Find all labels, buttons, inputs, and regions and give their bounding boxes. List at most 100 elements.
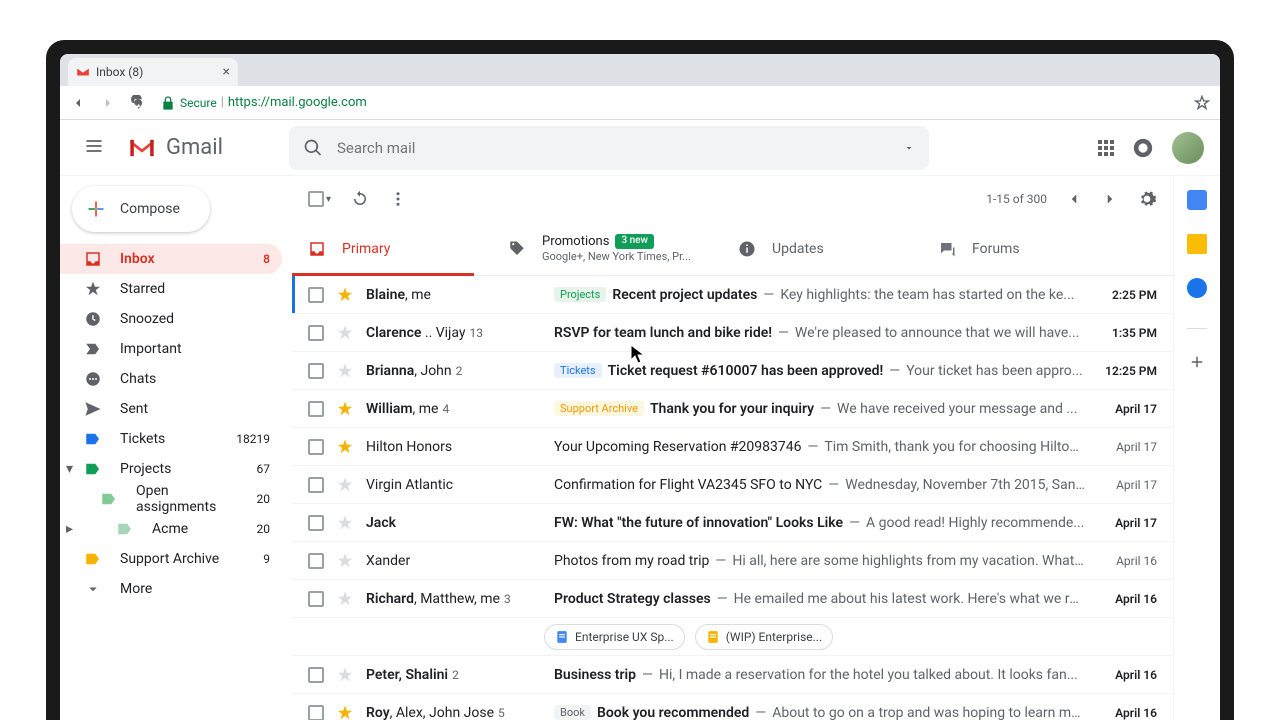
star-icon[interactable] xyxy=(336,476,354,494)
lock-icon xyxy=(160,95,176,111)
star-icon[interactable] xyxy=(336,666,354,684)
tab-promotions[interactable]: Promotions 3 new Google+, New York Times… xyxy=(492,222,722,275)
more-icon[interactable] xyxy=(389,190,407,208)
mail-row[interactable]: Clarence .. Vijay13RSVP for team lunch a… xyxy=(292,314,1173,352)
star-icon[interactable] xyxy=(336,704,354,720)
search-options-icon[interactable] xyxy=(903,142,915,154)
nav-count: 20 xyxy=(257,492,271,506)
attachment-chip[interactable]: Enterprise UX Sp... xyxy=(544,624,685,650)
tab-primary-label: Primary xyxy=(342,241,390,257)
sidebar-item-inbox[interactable]: Inbox8 xyxy=(60,244,282,274)
star-icon[interactable] xyxy=(336,324,354,342)
row-checkbox[interactable] xyxy=(308,363,324,379)
star-icon[interactable] xyxy=(336,590,354,608)
tasks-addon-icon[interactable] xyxy=(1187,278,1207,298)
row-checkbox[interactable] xyxy=(308,553,324,569)
mail-row[interactable]: Peter, Shalini2Business trip — Hi, I mad… xyxy=(292,656,1173,694)
row-checkbox[interactable] xyxy=(308,325,324,341)
more-icon xyxy=(84,580,102,598)
reload-icon[interactable] xyxy=(130,95,146,111)
address-bar[interactable]: Secure | https://mail.google.com xyxy=(160,95,367,111)
sidebar-item-open-assignments[interactable]: Open assignments20 xyxy=(60,484,282,514)
mail-row[interactable]: Hilton HonorsYour Upcoming Reservation #… xyxy=(292,428,1173,466)
snippet: We have received your message and ... xyxy=(837,401,1077,417)
important-icon xyxy=(84,340,102,358)
nav-count: 8 xyxy=(263,252,270,266)
sidebar-item-tickets[interactable]: Tickets18219 xyxy=(60,424,282,454)
sidebar-item-support-archive[interactable]: Support Archive9 xyxy=(60,544,282,574)
next-page-icon[interactable] xyxy=(1101,190,1119,208)
sidebar-item-acme[interactable]: ▸Acme20 xyxy=(60,514,282,544)
account-avatar[interactable] xyxy=(1172,132,1204,164)
refresh-icon[interactable] xyxy=(351,190,369,208)
sender: Blaine, me xyxy=(366,287,542,303)
mail-row[interactable]: Virgin AtlanticConfirmation for Flight V… xyxy=(292,466,1173,504)
back-icon[interactable] xyxy=(70,95,86,111)
attachment-chip[interactable]: (WIP) Enterprise... xyxy=(695,624,833,650)
sidebar-item-snoozed[interactable]: Snoozed xyxy=(60,304,282,334)
menu-icon[interactable] xyxy=(76,128,112,168)
row-checkbox[interactable] xyxy=(308,401,324,417)
forward-icon[interactable] xyxy=(100,95,116,111)
mail-date: April 17 xyxy=(1097,516,1157,530)
mail-date: 2:25 PM xyxy=(1097,288,1157,302)
apps-icon[interactable] xyxy=(1098,140,1114,156)
subject: Book you recommended xyxy=(597,705,749,720)
notifications-icon[interactable] xyxy=(1132,137,1154,159)
mail-date: April 17 xyxy=(1097,402,1157,416)
main-panel: ▾ 1-15 of 300 Primary Promotions xyxy=(292,176,1174,720)
compose-label: Compose xyxy=(120,201,180,217)
subject: Business trip xyxy=(554,667,636,683)
clock-icon xyxy=(84,310,102,328)
row-checkbox[interactable] xyxy=(308,591,324,607)
compose-button[interactable]: Compose xyxy=(72,186,210,232)
mail-row[interactable]: William, me4Support ArchiveThank you for… xyxy=(292,390,1173,428)
browser-toolbar: Secure | https://mail.google.com xyxy=(60,86,1220,120)
star-icon[interactable] xyxy=(336,552,354,570)
mail-row[interactable]: Roy, Alex, John Jose5BookBook you recomm… xyxy=(292,694,1173,720)
tab-primary[interactable]: Primary xyxy=(292,222,492,275)
add-addon-icon[interactable] xyxy=(1188,353,1206,371)
sidebar-item-projects[interactable]: ▾Projects67 xyxy=(60,454,282,484)
mail-row[interactable]: JackFW: What "the future of innovation" … xyxy=(292,504,1173,542)
prev-page-icon[interactable] xyxy=(1065,190,1083,208)
settings-gear-icon[interactable] xyxy=(1137,189,1157,209)
sidebar-item-important[interactable]: Important xyxy=(60,334,282,364)
sidebar-item-sent[interactable]: Sent xyxy=(60,394,282,424)
star-icon[interactable] xyxy=(336,514,354,532)
close-tab-icon[interactable]: × xyxy=(223,64,230,80)
sidebar-item-starred[interactable]: Starred xyxy=(60,274,282,304)
chevron-right-icon[interactable]: ▸ xyxy=(66,521,73,537)
row-checkbox[interactable] xyxy=(308,477,324,493)
browser-tab[interactable]: Inbox (8) × xyxy=(68,58,238,86)
star-icon[interactable] xyxy=(336,286,354,304)
star-icon[interactable] xyxy=(336,400,354,418)
sidebar-item-chats[interactable]: Chats xyxy=(60,364,282,394)
star-icon[interactable] xyxy=(336,362,354,380)
calendar-addon-icon[interactable] xyxy=(1187,190,1207,210)
chevron-down-icon[interactable]: ▾ xyxy=(66,461,73,477)
mail-row[interactable]: Blaine, meProjectsRecent project updates… xyxy=(292,276,1173,314)
tab-forums[interactable]: Forums xyxy=(922,222,1122,275)
select-all-checkbox[interactable]: ▾ xyxy=(308,191,331,207)
row-checkbox[interactable] xyxy=(308,705,324,720)
gmail-logo[interactable]: Gmail xyxy=(128,135,223,160)
sender: William, me4 xyxy=(366,401,542,417)
side-panel xyxy=(1174,176,1220,720)
keep-addon-icon[interactable] xyxy=(1187,234,1207,254)
mail-row[interactable]: Brianna, John2TicketsTicket request #610… xyxy=(292,352,1173,390)
search-input[interactable] xyxy=(337,139,889,157)
snippet: Your ticket has been appro... xyxy=(906,363,1083,379)
row-checkbox[interactable] xyxy=(308,515,324,531)
mail-row[interactable]: XanderPhotos from my road trip — Hi all,… xyxy=(292,542,1173,580)
row-checkbox[interactable] xyxy=(308,439,324,455)
tab-updates[interactable]: Updates xyxy=(722,222,922,275)
star-icon[interactable] xyxy=(336,438,354,456)
mail-row[interactable]: Richard, Matthew, me3Product Strategy cl… xyxy=(292,580,1173,618)
row-checkbox[interactable] xyxy=(308,667,324,683)
mail-content: Confirmation for Flight VA2345 SFO to NY… xyxy=(554,477,1085,493)
sidebar-item-more[interactable]: More xyxy=(60,574,282,604)
bookmark-star-icon[interactable] xyxy=(1194,95,1210,111)
row-checkbox[interactable] xyxy=(308,287,324,303)
search-box[interactable] xyxy=(289,126,929,170)
